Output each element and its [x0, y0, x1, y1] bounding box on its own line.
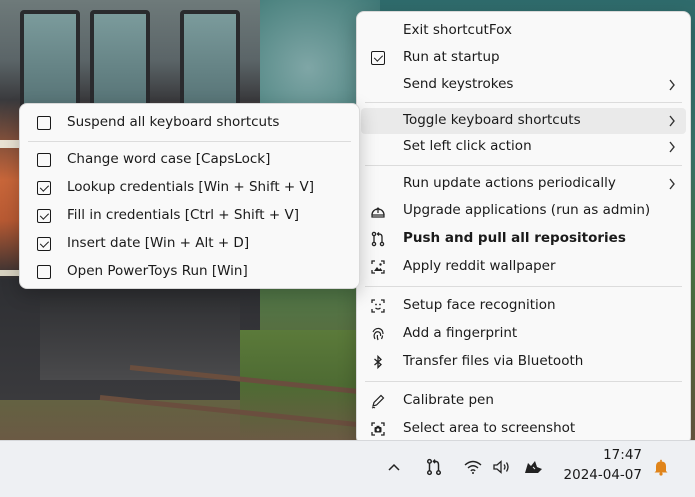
submenu-item-insert-date[interactable]: Insert date [Win + Alt + D]: [24, 231, 355, 257]
menu-item-label: Add a fingerprint: [403, 325, 518, 341]
checkbox-unchecked-icon: [36, 115, 52, 131]
wifi-icon[interactable]: [462, 456, 484, 478]
chevron-right-icon: [666, 77, 678, 93]
menu-item-transfer-bluetooth[interactable]: Transfer files via Bluetooth: [361, 349, 686, 375]
checkbox-unchecked-icon: [36, 152, 52, 168]
menu-separator: [365, 286, 682, 287]
upgrade-icon: [369, 202, 387, 220]
keyboard-shortcuts-submenu: Suspend all keyboard shortcuts Change wo…: [19, 103, 360, 289]
fingerprint-icon: [369, 325, 387, 343]
menu-item-label: Apply reddit wallpaper: [403, 258, 556, 274]
menu-item-label: Exit shortcutFox: [403, 22, 512, 38]
checkbox-checked-icon: [36, 236, 52, 252]
fox-app-icon[interactable]: [522, 456, 544, 478]
submenu-item-open-powertoys-run[interactable]: Open PowerToys Run [Win]: [24, 259, 355, 285]
menu-item-add-fingerprint[interactable]: Add a fingerprint: [361, 321, 686, 347]
bluetooth-icon: [369, 353, 387, 371]
submenu-item-suspend-all[interactable]: Suspend all keyboard shortcuts: [24, 110, 355, 136]
menu-item-label: Set left click action: [403, 138, 532, 154]
menu-item-label: Send keystrokes: [403, 76, 514, 92]
menu-item-label: Select area to screenshot: [403, 420, 576, 436]
submenu-item-label: Lookup credentials [Win + Shift + V]: [67, 179, 315, 195]
menu-separator: [365, 381, 682, 382]
git-pull-icon[interactable]: [423, 456, 445, 478]
tray-context-menu: Exit shortcutFox Run at startup Send key…: [356, 11, 691, 445]
submenu-item-label: Insert date [Win + Alt + D]: [67, 235, 250, 251]
menu-item-label: Calibrate pen: [403, 392, 494, 408]
chevron-right-icon: [666, 176, 678, 192]
menu-item-label: Run at startup: [403, 49, 500, 65]
face-recognition-icon: [369, 297, 387, 315]
notification-bell-icon[interactable]: [650, 456, 672, 478]
menu-item-send-keystrokes[interactable]: Send keystrokes: [361, 72, 686, 98]
menu-item-label: Upgrade applications (run as admin): [403, 202, 651, 218]
checkbox-unchecked-icon: [36, 264, 52, 280]
submenu-item-lookup-credentials[interactable]: Lookup credentials [Win + Shift + V]: [24, 175, 355, 201]
submenu-item-label: Change word case [CapsLock]: [67, 151, 271, 167]
menu-item-push-pull-repositories[interactable]: Push and pull all repositories: [361, 226, 686, 252]
menu-item-setup-face-recognition[interactable]: Setup face recognition: [361, 293, 686, 319]
submenu-item-label: Suspend all keyboard shortcuts: [67, 114, 280, 130]
menu-item-label: Setup face recognition: [403, 297, 556, 313]
menu-separator: [365, 165, 682, 166]
menu-item-run-update-actions[interactable]: Run update actions periodically: [361, 171, 686, 197]
pen-icon: [369, 392, 387, 410]
menu-item-apply-reddit-wallpaper[interactable]: Apply reddit wallpaper: [361, 254, 686, 280]
chevron-right-icon: [666, 139, 678, 155]
volume-icon[interactable]: [491, 456, 513, 478]
chevron-right-icon: [666, 113, 678, 129]
clock-date[interactable]: 2024-04-07: [562, 467, 642, 483]
menu-item-select-area-screenshot[interactable]: Select area to screenshot: [361, 416, 686, 442]
submenu-item-label: Open PowerToys Run [Win]: [67, 263, 248, 279]
menu-item-upgrade-applications[interactable]: Upgrade applications (run as admin): [361, 198, 686, 224]
submenu-item-fill-credentials[interactable]: Fill in credentials [Ctrl + Shift + V]: [24, 203, 355, 229]
git-pull-request-icon: [369, 230, 387, 248]
menu-separator: [28, 141, 351, 142]
menu-item-toggle-keyboard-shortcuts[interactable]: Toggle keyboard shortcuts: [361, 108, 686, 134]
menu-item-label: Run update actions periodically: [403, 175, 616, 191]
menu-item-run-at-startup[interactable]: Run at startup: [361, 45, 686, 71]
wallpaper-train-wheels: [40, 280, 240, 380]
menu-item-label: Toggle keyboard shortcuts: [403, 112, 581, 128]
screenshot-icon: [369, 420, 387, 438]
menu-item-label: Push and pull all repositories: [403, 230, 626, 246]
clock-time[interactable]: 17:47: [562, 447, 642, 463]
chevron-up-icon[interactable]: [383, 456, 405, 478]
checkbox-checked-icon: [369, 49, 387, 67]
menu-separator: [365, 102, 682, 103]
menu-item-calibrate-pen[interactable]: Calibrate pen: [361, 388, 686, 414]
checkbox-checked-icon: [36, 180, 52, 196]
submenu-item-change-word-case[interactable]: Change word case [CapsLock]: [24, 147, 355, 173]
menu-item-label: Transfer files via Bluetooth: [403, 353, 584, 369]
submenu-item-label: Fill in credentials [Ctrl + Shift + V]: [67, 207, 299, 223]
menu-item-set-left-click-action[interactable]: Set left click action: [361, 134, 686, 160]
checkbox-checked-icon: [36, 208, 52, 224]
menu-item-exit[interactable]: Exit shortcutFox: [361, 18, 686, 44]
wallpaper-icon: [369, 258, 387, 276]
